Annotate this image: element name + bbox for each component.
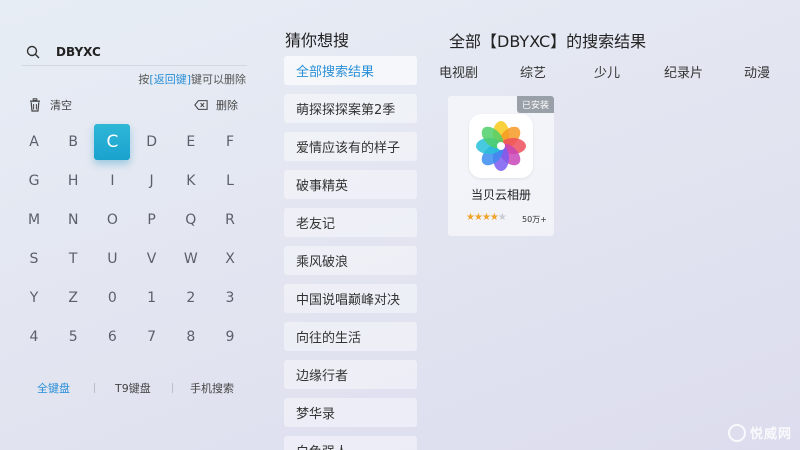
key-t[interactable]: T xyxy=(55,241,91,277)
key-p[interactable]: P xyxy=(134,202,170,238)
category-tab-0[interactable]: 电视剧 xyxy=(439,62,478,81)
key-1[interactable]: 1 xyxy=(134,280,170,316)
star-filled-icon: ★ xyxy=(489,212,499,223)
key-4[interactable]: 4 xyxy=(16,319,52,355)
key-a[interactable]: A xyxy=(16,124,52,160)
suggestion-item[interactable]: 梦华录 xyxy=(284,398,417,427)
suggestion-item[interactable]: 全部搜索结果 xyxy=(284,56,417,85)
key-7[interactable]: 7 xyxy=(134,319,170,355)
key-3[interactable]: 3 xyxy=(212,280,248,316)
key-w[interactable]: W xyxy=(173,241,209,277)
clear-button[interactable]: 清空 xyxy=(28,97,72,113)
clear-label: 清空 xyxy=(50,99,72,112)
key-c[interactable]: C xyxy=(94,124,131,160)
key-z[interactable]: Z xyxy=(55,280,91,316)
suggestion-item[interactable]: 爱情应该有的样子 xyxy=(284,132,417,161)
suggestion-title: 猜你想搜 xyxy=(285,31,350,50)
key-h[interactable]: H xyxy=(55,163,91,199)
keyboard-tab-1[interactable]: T9键盘 xyxy=(115,380,151,396)
key-2[interactable]: 2 xyxy=(173,280,209,316)
key-6[interactable]: 6 xyxy=(94,319,130,355)
category-tab-4[interactable]: 动漫 xyxy=(744,62,770,81)
key-s[interactable]: S xyxy=(16,241,52,277)
tab-divider xyxy=(172,383,173,393)
tab-divider xyxy=(94,383,95,393)
key-9[interactable]: 9 xyxy=(212,319,248,355)
keyboard-panel: 按[返回键]键可以删除 清空 删除 ABCDEF GHIJKL MNOPQR STUV… xyxy=(0,0,262,450)
trash-icon xyxy=(30,98,40,112)
key-i[interactable]: I xyxy=(94,163,130,199)
key-u[interactable]: U xyxy=(94,241,130,277)
watermark: 悦威网 xyxy=(727,423,792,442)
key-d[interactable]: D xyxy=(134,124,170,160)
app-card[interactable]: 已安装 当贝云相册 ★★★★★ 50万+ xyxy=(448,96,554,236)
suggestion-item[interactable]: 中国说唱巅峰对决 xyxy=(284,284,417,313)
key-j[interactable]: J xyxy=(134,163,170,199)
category-tabs: 电视剧 综艺 少儿 纪录片 动漫 xyxy=(430,62,800,81)
star-empty-icon: ★ xyxy=(497,212,507,223)
delete-label: 删除 xyxy=(216,99,238,112)
suggestion-item[interactable]: 萌探探探案第2季 xyxy=(284,94,417,123)
key-5[interactable]: 5 xyxy=(55,319,91,355)
search-input[interactable] xyxy=(56,44,236,59)
key-0[interactable]: 0 xyxy=(94,280,130,316)
suggestion-panel: 猜你想搜 全部搜索结果 萌探探探案第2季 爱情应该有的样子 破事精英老友记乘风破浪中国… xyxy=(283,0,419,450)
key-n[interactable]: N xyxy=(55,202,91,238)
action-row: 清空 删除 xyxy=(28,97,240,115)
results-panel: 全部【DBYXC】的搜索结果 电视剧 综艺 少儿 纪录片 动漫 已安装 当贝云相册 ★★… xyxy=(430,0,800,450)
installed-badge: 已安装 xyxy=(516,96,554,113)
suggestion-item[interactable]: 白色强人 xyxy=(284,436,417,450)
key-v[interactable]: V xyxy=(134,241,170,277)
backspace-icon xyxy=(194,100,208,110)
keyboard-type-tabs: 全键盘 T9键盘 手机搜索 xyxy=(22,380,247,398)
category-tab-1[interactable]: 综艺 xyxy=(520,62,546,81)
watermark-text: 悦威网 xyxy=(749,427,792,442)
category-tab-2[interactable]: 少儿 xyxy=(594,62,620,81)
key-b[interactable]: B xyxy=(55,124,91,160)
key-q[interactable]: Q xyxy=(173,202,209,238)
delete-button[interactable]: 删除 xyxy=(194,97,238,113)
back-key-label: [返回键] xyxy=(149,73,191,86)
star-filled-icon: ★ xyxy=(481,212,491,223)
key-l[interactable]: L xyxy=(212,163,248,199)
suggestion-item[interactable]: 破事精英 xyxy=(284,170,417,199)
app-name: 当贝云相册 xyxy=(470,188,531,202)
suggestion-item[interactable]: 边缘行者 xyxy=(284,360,417,389)
suggestion-item[interactable]: 向往的生活 xyxy=(284,322,417,351)
star-filled-icon: ★ xyxy=(466,212,475,223)
key-m[interactable]: M xyxy=(16,202,52,238)
keyboard-tab-2[interactable]: 手机搜索 xyxy=(190,380,234,396)
key-g[interactable]: G xyxy=(16,163,52,199)
key-k[interactable]: K xyxy=(173,163,209,199)
flower-center xyxy=(497,142,505,150)
key-x[interactable]: X xyxy=(212,241,248,277)
search-field[interactable] xyxy=(22,38,247,66)
key-f[interactable]: F xyxy=(212,124,248,160)
key-o[interactable]: O xyxy=(94,202,130,238)
suggestion-item[interactable]: 乘风破浪 xyxy=(284,246,417,275)
suggestion-item[interactable]: 老友记 xyxy=(284,208,417,237)
keyboard-tab-0[interactable]: 全键盘 xyxy=(37,380,70,396)
key-r[interactable]: R xyxy=(212,202,248,238)
search-icon xyxy=(26,45,40,58)
rating-stars: ★★★★★ xyxy=(466,212,507,223)
key-8[interactable]: 8 xyxy=(173,319,209,355)
download-count: 50万+ xyxy=(522,215,547,224)
results-title: 全部【DBYXC】的搜索结果 xyxy=(449,32,647,51)
star-filled-icon: ★ xyxy=(473,212,483,223)
category-tab-3[interactable]: 纪录片 xyxy=(664,62,703,81)
delete-hint: 按[返回键]键可以删除 xyxy=(138,73,246,86)
key-e[interactable]: E xyxy=(173,124,209,160)
flower-app-icon xyxy=(469,114,533,178)
key-y[interactable]: Y xyxy=(16,280,52,316)
watermark-logo-icon xyxy=(727,423,746,442)
